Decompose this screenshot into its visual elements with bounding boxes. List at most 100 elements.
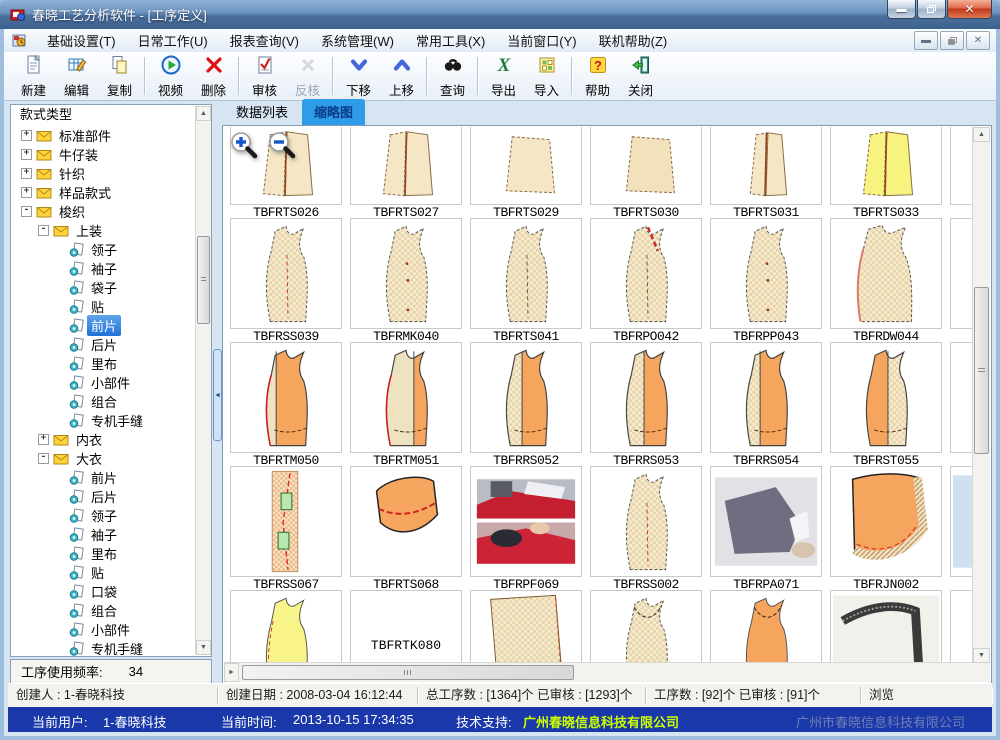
tree-item-牛仔装[interactable]: +牛仔装: [11, 145, 195, 164]
thumbnail-cell[interactable]: TBFRRS053: [590, 342, 702, 466]
tree-item-梭织[interactable]: -梭织: [11, 202, 195, 221]
thumbnail-cell[interactable]: TBFRSS002: [590, 466, 702, 590]
thumbnail-image[interactable]: [590, 342, 702, 453]
thumbnail-cell[interactable]: TBFRSS039: [230, 218, 342, 342]
thumbnail-cell[interactable]: TBFRJN002: [830, 466, 942, 590]
tree-item-样品款式[interactable]: +样品款式: [11, 183, 195, 202]
thumbnail-cell[interactable]: [950, 127, 973, 218]
thumbnail-image[interactable]: [830, 127, 942, 205]
thumbnail-image[interactable]: [350, 218, 462, 329]
tree-item-标准部件[interactable]: +标准部件: [11, 126, 195, 145]
thumbnail-image[interactable]: [470, 218, 582, 329]
thumbnail-image[interactable]: [830, 342, 942, 453]
zoom-out-magnifier-icon[interactable]: [268, 131, 296, 159]
tree-item-专机手缝[interactable]: 专机手缝: [11, 639, 195, 656]
toolbar-button-video-play[interactable]: 视频: [149, 53, 192, 99]
mdi-close-button[interactable]: ✕: [966, 31, 990, 50]
tree-item-领子[interactable]: 领子: [11, 506, 195, 525]
thumbnail-image[interactable]: [350, 342, 462, 453]
mdi-restore-button[interactable]: [940, 31, 964, 50]
tree-item-里布[interactable]: 里布: [11, 544, 195, 563]
toolbar-button-copy[interactable]: 复制: [98, 53, 141, 99]
tree-item-贴[interactable]: 贴: [11, 297, 195, 316]
toolbar-button-help-question[interactable]: ?帮助: [576, 53, 619, 99]
tree-item-内衣[interactable]: +内衣: [11, 430, 195, 449]
tree-item-专机手缝[interactable]: 专机手缝: [11, 411, 195, 430]
thumbnail-image[interactable]: [470, 127, 582, 205]
vertical-scrollbar[interactable]: ▲ ▼: [972, 127, 990, 663]
thumbnail-cell[interactable]: TBFRMK040: [350, 218, 462, 342]
scroll-down-arrow-icon[interactable]: ▼: [973, 648, 990, 663]
thumbnail-image[interactable]: [710, 590, 822, 663]
tree-item-上装[interactable]: -上装: [11, 221, 195, 240]
thumbnail-cell[interactable]: TBFRST055: [830, 342, 942, 466]
toolbar-button-move-up[interactable]: 上移: [380, 53, 423, 99]
thumbnail-cell[interactable]: [710, 590, 822, 663]
thumbnail-cell[interactable]: TBFRTS030: [590, 127, 702, 218]
expand-plus-icon[interactable]: +: [21, 130, 32, 141]
thumbnail-cell[interactable]: TBFRTM050: [230, 342, 342, 466]
thumbnail-image[interactable]: [590, 127, 702, 205]
thumbnail-cell[interactable]: [830, 590, 942, 663]
thumbnail-cell[interactable]: [230, 590, 342, 663]
mdi-minimize-button[interactable]: ▬: [914, 31, 938, 50]
menu-item-0[interactable]: 基础设置(T): [36, 29, 127, 52]
thumbnail-cell[interactable]: TBFRTS068: [350, 466, 462, 590]
thumbnail-image[interactable]: [950, 218, 973, 329]
tree-item-后片[interactable]: 后片: [11, 335, 195, 354]
zoom-in-magnifier-icon[interactable]: [230, 131, 258, 159]
thumbnail-cell[interactable]: TBFRSS067: [230, 466, 342, 590]
toolbar-button-excel-export[interactable]: X导出: [482, 53, 525, 99]
scroll-up-arrow-icon[interactable]: ▲: [973, 127, 990, 142]
thumbnail-cell[interactable]: TBFRTK080: [350, 590, 462, 663]
close-button[interactable]: ✕: [947, 0, 992, 19]
expand-plus-icon[interactable]: +: [21, 187, 32, 198]
thumbnail-image[interactable]: [950, 127, 973, 205]
scroll-down-arrow-icon[interactable]: ▼: [196, 640, 211, 655]
thumbnail-image[interactable]: [590, 466, 702, 577]
horizontal-scrollbar-thumb[interactable]: [242, 665, 574, 680]
thumbnail-cell[interactable]: [950, 342, 973, 466]
expand-plus-icon[interactable]: +: [38, 434, 49, 445]
thumbnail-image[interactable]: [470, 590, 582, 663]
menu-item-5[interactable]: 当前窗口(Y): [496, 29, 587, 52]
collapse-minus-icon[interactable]: -: [38, 453, 49, 464]
thumbnail-image[interactable]: [950, 466, 973, 577]
thumbnail-cell[interactable]: TBFRTS029: [470, 127, 582, 218]
tree-item-小部件[interactable]: 小部件: [11, 373, 195, 392]
tree-scrollbar-thumb[interactable]: [197, 236, 210, 324]
scroll-right-arrow-icon[interactable]: ►: [224, 663, 239, 682]
thumbnail-image[interactable]: [590, 218, 702, 329]
thumbnail-cell[interactable]: TBFRTS041: [470, 218, 582, 342]
thumbnail-cell[interactable]: TBFRPO042: [590, 218, 702, 342]
horizontal-scrollbar[interactable]: ◄ ►: [224, 662, 973, 682]
tree-item-小部件[interactable]: 小部件: [11, 620, 195, 639]
tree-item-袋子[interactable]: 袋子: [11, 278, 195, 297]
menu-item-2[interactable]: 报表查询(V): [219, 29, 310, 52]
splitter-collapse-handle[interactable]: ◄: [213, 349, 222, 441]
thumbnail-cell[interactable]: TBFRTS031: [710, 127, 822, 218]
toolbar-button-new-document[interactable]: 新建: [12, 53, 55, 99]
toolbar-button-binoculars-search[interactable]: 查询: [431, 53, 474, 99]
thumbnail-image[interactable]: [350, 127, 462, 205]
tree-item-大衣[interactable]: -大衣: [11, 449, 195, 468]
thumbnail-image-missing[interactable]: TBFRTK080: [350, 590, 462, 663]
thumbnail-image[interactable]: [950, 590, 973, 663]
tab-thumbnail[interactable]: 缩略图: [302, 99, 365, 125]
thumbnail-image[interactable]: [710, 127, 822, 205]
thumbnail-cell[interactable]: TBFRDW044: [830, 218, 942, 342]
tree-item-里布[interactable]: 里布: [11, 354, 195, 373]
thumbnail-cell[interactable]: [470, 590, 582, 663]
thumbnail-cell[interactable]: TBFRRS052: [470, 342, 582, 466]
thumbnail-cell[interactable]: [950, 218, 973, 342]
expand-plus-icon[interactable]: +: [21, 149, 32, 160]
thumbnail-cell[interactable]: [590, 590, 702, 663]
thumbnail-cell[interactable]: TBFRRS054: [710, 342, 822, 466]
tree-item-后片[interactable]: 后片: [11, 487, 195, 506]
thumbnail-cell[interactable]: TBFRTS027: [350, 127, 462, 218]
thumbnail-cell[interactable]: TBFRTM051: [350, 342, 462, 466]
tab-data-list[interactable]: 数据列表: [224, 99, 300, 125]
thumbnail-image[interactable]: [230, 466, 342, 577]
thumbnail-image[interactable]: [350, 466, 462, 577]
thumbnail-cell[interactable]: TBFRPA071: [710, 466, 822, 590]
